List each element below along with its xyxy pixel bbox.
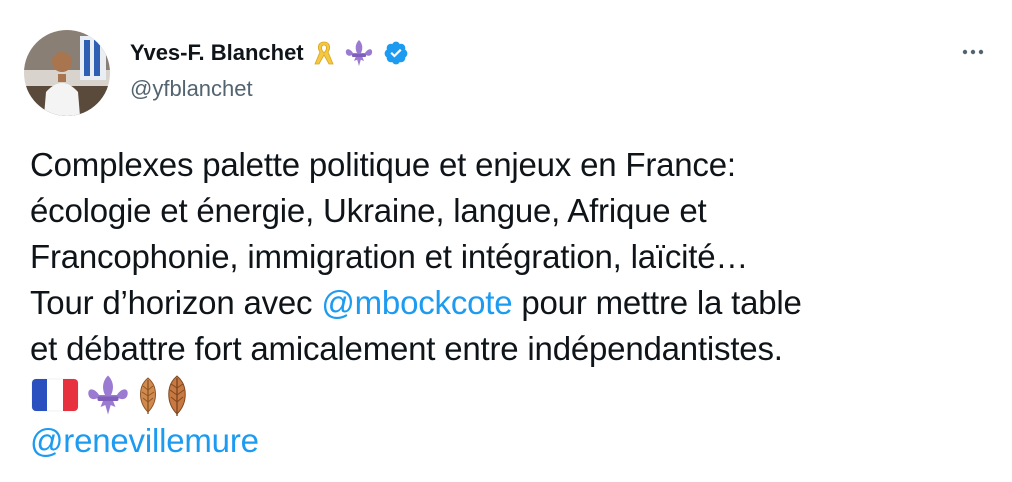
- tweet-card: Yves-F. Blanchet @yfblanchet Complexes p…: [0, 0, 1012, 482]
- leaf-icon: [168, 375, 186, 416]
- avatar-image: [24, 30, 110, 116]
- more-dots-icon: [962, 49, 984, 55]
- author-name-row: Yves-F. Blanchet: [130, 38, 409, 68]
- mention-link[interactable]: @renevillemure: [30, 418, 990, 464]
- verified-badge-icon[interactable]: [383, 40, 409, 66]
- yellow-ribbon-icon: [313, 40, 335, 66]
- more-options-button[interactable]: [958, 40, 988, 64]
- author-display-name[interactable]: Yves-F. Blanchet: [130, 40, 304, 66]
- tweet-line: Tour d’horizon avec @mbockcote pour mett…: [30, 280, 990, 326]
- tweet-text-segment: Tour d’horizon avec: [30, 284, 322, 321]
- tweet-line: et débattre fort amicalement entre indép…: [30, 330, 783, 367]
- tweet-line: Francophonie, immigration et intégration…: [30, 238, 749, 275]
- france-flag-icon: [31, 378, 79, 412]
- author-handle[interactable]: @yfblanchet: [130, 76, 253, 102]
- avatar[interactable]: [24, 30, 110, 116]
- mention-link[interactable]: @mbockcote: [321, 284, 512, 321]
- fleur-de-lis-icon: [344, 39, 374, 67]
- emoji-row: [30, 372, 990, 418]
- leaf-icon: [140, 377, 156, 414]
- tweet-text: Complexes palette politique et enjeux en…: [30, 142, 990, 464]
- fleur-de-lis-icon: [88, 375, 128, 415]
- tweet-line: écologie et énergie, Ukraine, langue, Af…: [30, 192, 707, 229]
- tweet-text-segment: pour mettre la table: [512, 284, 802, 321]
- tweet-line: Complexes palette politique et enjeux en…: [30, 146, 736, 183]
